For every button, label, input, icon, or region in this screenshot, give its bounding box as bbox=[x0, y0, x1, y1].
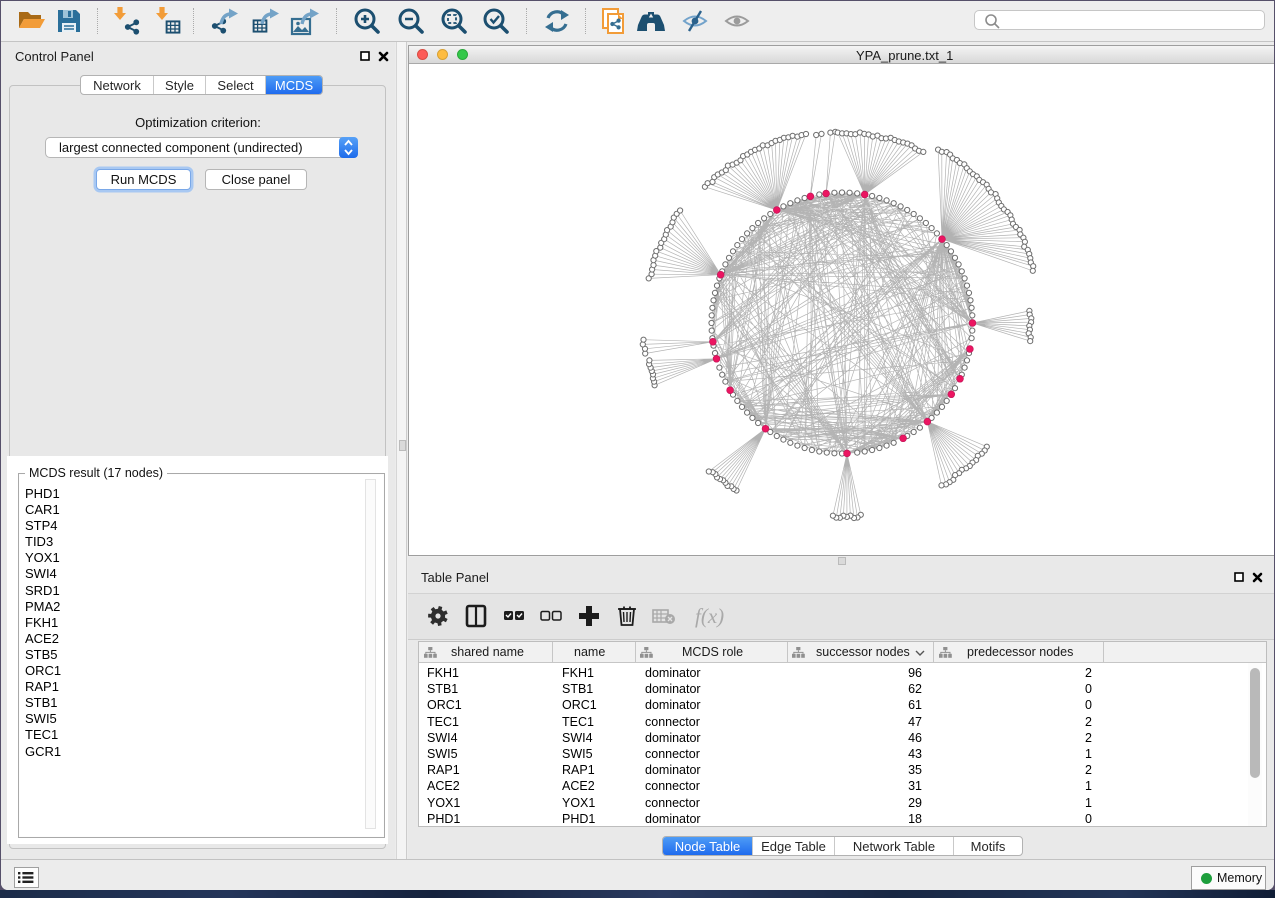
svg-text:f(x): f(x) bbox=[695, 604, 724, 628]
